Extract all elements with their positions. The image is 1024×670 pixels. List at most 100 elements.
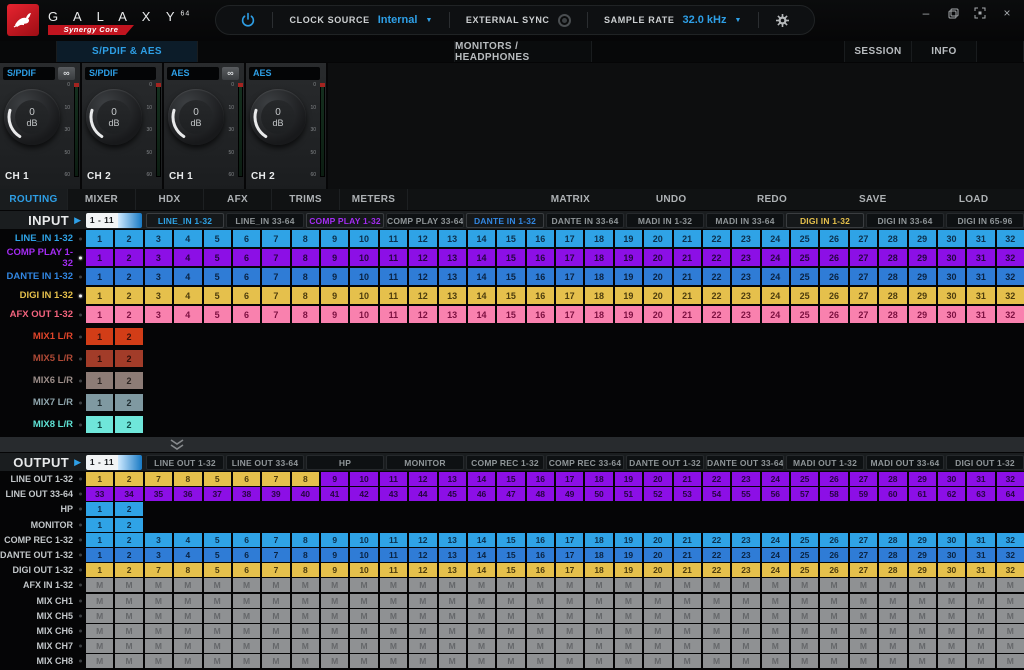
matrix-cell[interactable]: M (997, 624, 1024, 638)
matrix-cell[interactable]: 32 (997, 548, 1024, 562)
column-header-comp-play-1-32[interactable]: COMP PLAY 1-32 (306, 213, 384, 228)
toolbar-action-save[interactable]: SAVE (822, 194, 923, 205)
matrix-cell[interactable]: M (909, 639, 936, 653)
matrix-cell[interactable]: 1 (86, 548, 113, 562)
matrix-cell[interactable]: M (497, 639, 524, 653)
matrix-cell[interactable]: 7 (262, 548, 289, 562)
matrix-cell[interactable]: 10 (350, 287, 377, 304)
matrix-cell[interactable]: 18 (585, 306, 612, 323)
matrix-cell[interactable]: 17 (556, 287, 583, 304)
matrix-cell[interactable]: M (703, 609, 730, 623)
matrix-cell[interactable]: 22 (703, 287, 730, 304)
matrix-cell[interactable]: 26 (820, 230, 847, 247)
matrix-cell[interactable]: 2 (115, 230, 142, 247)
matrix-cell[interactable]: M (292, 624, 319, 638)
matrix-cell[interactable]: M (762, 639, 789, 653)
matrix-cell[interactable]: 53 (674, 487, 701, 501)
matrix-cell[interactable]: M (674, 624, 701, 638)
matrix-cell[interactable]: 28 (879, 548, 906, 562)
matrix-cell[interactable]: 24 (762, 249, 789, 266)
matrix-cell[interactable]: 6 (233, 306, 260, 323)
matrix-cell[interactable]: M (703, 578, 730, 592)
matrix-cell[interactable]: 44 (409, 487, 436, 501)
output-range-indicator[interactable]: 1 - 11 (86, 455, 142, 470)
matrix-cell[interactable]: 2 (115, 394, 142, 411)
column-header-digi-in-33-64[interactable]: DIGI IN 33-64 (866, 213, 944, 228)
fullscreen-button[interactable] (973, 6, 987, 20)
column-header-line-in-33-64[interactable]: LINE_IN 33-64 (226, 213, 304, 228)
matrix-cell[interactable]: 11 (380, 548, 407, 562)
column-header-comp-rec-33-64[interactable]: COMP REC 33-64 (546, 455, 624, 470)
matrix-cell[interactable]: M (556, 609, 583, 623)
matrix-cell[interactable]: M (115, 578, 142, 592)
matrix-cell[interactable]: 18 (585, 533, 612, 547)
matrix-cell[interactable]: M (321, 654, 348, 668)
matrix-cell[interactable]: M (380, 578, 407, 592)
matrix-cell[interactable]: 40 (292, 487, 319, 501)
matrix-cell[interactable]: M (321, 624, 348, 638)
matrix-cell[interactable]: M (292, 654, 319, 668)
matrix-cell[interactable]: 15 (497, 472, 524, 486)
matrix-cell[interactable]: M (791, 624, 818, 638)
matrix-cell[interactable]: 29 (909, 533, 936, 547)
matrix-cell[interactable]: 21 (674, 533, 701, 547)
matrix-cell[interactable]: 17 (556, 472, 583, 486)
matrix-cell[interactable]: M (174, 594, 201, 608)
matrix-cell[interactable]: 11 (380, 287, 407, 304)
matrix-cell[interactable]: M (292, 639, 319, 653)
matrix-cell[interactable]: M (262, 578, 289, 592)
matrix-cell[interactable]: 24 (762, 287, 789, 304)
matrix-cell[interactable]: 18 (585, 548, 612, 562)
matrix-cell[interactable]: M (762, 578, 789, 592)
matrix-cell[interactable]: 26 (820, 472, 847, 486)
matrix-cell[interactable]: M (115, 639, 142, 653)
matrix-cell[interactable]: M (321, 609, 348, 623)
matrix-cell[interactable]: 54 (703, 487, 730, 501)
matrix-cell[interactable]: 5 (204, 306, 231, 323)
matrix-cell[interactable]: M (380, 624, 407, 638)
matrix-cell[interactable]: 23 (732, 287, 759, 304)
toolbar-tab-trims[interactable]: TRIMS (272, 189, 340, 210)
matrix-cell[interactable]: 21 (674, 249, 701, 266)
matrix-cell[interactable]: M (732, 624, 759, 638)
matrix-cell[interactable]: 30 (938, 306, 965, 323)
matrix-cell[interactable]: 11 (380, 230, 407, 247)
matrix-cell[interactable]: M (556, 639, 583, 653)
matrix-cell[interactable]: M (174, 639, 201, 653)
matrix-cell[interactable]: 4 (174, 287, 201, 304)
matrix-cell[interactable]: M (233, 654, 260, 668)
matrix-cell[interactable]: 2 (115, 350, 142, 367)
matrix-cell[interactable]: M (909, 578, 936, 592)
matrix-cell[interactable]: 5 (204, 287, 231, 304)
matrix-cell[interactable]: 7 (262, 472, 289, 486)
matrix-cell[interactable]: M (556, 624, 583, 638)
matrix-cell[interactable]: 16 (527, 548, 554, 562)
matrix-cell[interactable]: 50 (585, 487, 612, 501)
matrix-cell[interactable]: M (262, 654, 289, 668)
matrix-cell[interactable]: 28 (879, 249, 906, 266)
matrix-cell[interactable]: 27 (850, 548, 877, 562)
matrix-cell[interactable]: 7 (262, 533, 289, 547)
matrix-cell[interactable]: 19 (615, 268, 642, 285)
matrix-cell[interactable]: M (791, 639, 818, 653)
matrix-cell[interactable]: 24 (762, 306, 789, 323)
matrix-cell[interactable]: 15 (497, 563, 524, 577)
matrix-cell[interactable]: 10 (350, 548, 377, 562)
matrix-cell[interactable]: 9 (321, 548, 348, 562)
matrix-cell[interactable]: M (615, 578, 642, 592)
matrix-cell[interactable]: 32 (997, 563, 1024, 577)
matrix-cell[interactable]: 1 (86, 394, 113, 411)
column-header-madi-in-33-64[interactable]: MADI IN 33-64 (706, 213, 784, 228)
matrix-cell[interactable]: 19 (615, 548, 642, 562)
matrix-cell[interactable]: 1 (86, 563, 113, 577)
matrix-cell[interactable]: M (380, 639, 407, 653)
matrix-cell[interactable]: M (585, 578, 612, 592)
matrix-cell[interactable]: 12 (409, 472, 436, 486)
matrix-cell[interactable]: 13 (439, 306, 466, 323)
matrix-cell[interactable]: 31 (967, 287, 994, 304)
matrix-cell[interactable]: 1 (86, 502, 113, 516)
gain-knob[interactable]: 0dB (4, 89, 60, 145)
matrix-cell[interactable]: 13 (439, 533, 466, 547)
matrix-cell[interactable]: 51 (615, 487, 642, 501)
matrix-cell[interactable]: 2 (115, 533, 142, 547)
